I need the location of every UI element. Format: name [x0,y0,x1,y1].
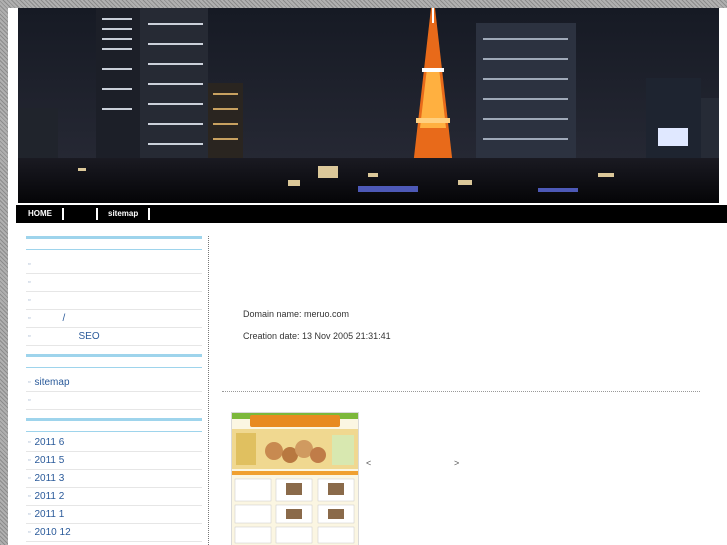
prev-link[interactable]: < [366,458,371,468]
site-thumbnail-image[interactable] [231,412,359,545]
sidebar-item-seo[interactable]: ▫ SEO [26,328,202,346]
archive-item[interactable]: ▫ 2010 12 [26,524,202,542]
sidebar: ▫ ▫ ▫ ▫ / ▫ SEO ▫ sitemap ▫ ▫ 2011 6 ▫ 2011 5… [26,236,202,545]
bullet-icon: ▫ [28,397,31,404]
bullet-icon: ▫ [28,511,31,518]
sidebar-item-sitemap[interactable]: ▫ sitemap [26,374,202,392]
nav-home-link[interactable]: HOME [16,208,64,220]
archive-item[interactable]: ▫ 2011 5 [26,452,202,470]
nav-item-blank[interactable] [64,208,98,220]
bullet-icon: ▫ [28,493,31,500]
sidebar-separator [26,236,202,250]
header-banner-image [18,8,719,203]
archive-item-label: 2011 1 [34,509,65,520]
sidebar-item[interactable]: ▫ [26,292,202,310]
bullet-icon: ▫ [28,457,31,464]
page: HOME sitemap ▫ ▫ ▫ ▫ / ▫ SEO ▫ sitemap ▫ ▫ 2… [8,8,727,545]
sidebar-item-label: / [62,313,66,324]
sidebar-separator [26,418,202,432]
content-divider [222,391,700,392]
archive-item[interactable]: ▫ 2011 1 [26,506,202,524]
column-divider [208,236,209,545]
archive-item-label: 2011 3 [34,473,65,484]
nav-sitemap-link[interactable]: sitemap [98,208,151,220]
bullet-icon: ▫ [28,439,31,446]
sidebar-item[interactable]: ▫ / [26,310,202,328]
bullet-icon: ▫ [28,333,31,340]
next-link[interactable]: > [454,458,459,468]
bullet-icon: ▫ [28,297,31,304]
sidebar-item-label: sitemap [34,377,70,388]
main-nav: HOME sitemap [16,205,727,223]
archive-item-label: 2010 12 [34,527,71,538]
bullet-icon: ▫ [28,315,31,322]
archive-item[interactable]: ▫ 2011 3 [26,470,202,488]
archive-item-label: 2011 5 [34,455,65,466]
sidebar-item[interactable]: ▫ [26,274,202,292]
bullet-icon: ▫ [28,279,31,286]
sidebar-item-label: SEO [78,331,100,342]
sidebar-separator [26,354,202,368]
archive-item[interactable]: ▫ 2011 2 [26,488,202,506]
archive-item-label: 2011 6 [34,437,65,448]
creation-date-text: Creation date: 13 Nov 2005 21:31:41 [243,331,391,341]
bullet-icon: ▫ [28,529,31,536]
bullet-icon: ▫ [28,261,31,268]
bullet-icon: ▫ [28,475,31,482]
sidebar-item[interactable]: ▫ [26,392,202,410]
archive-item-label: 2011 2 [34,491,65,502]
bullet-icon: ▫ [28,379,31,386]
domain-name-text: Domain name: meruo.com [243,309,350,319]
sidebar-item[interactable]: ▫ [26,256,202,274]
archive-item[interactable]: ▫ 2011 6 [26,434,202,452]
